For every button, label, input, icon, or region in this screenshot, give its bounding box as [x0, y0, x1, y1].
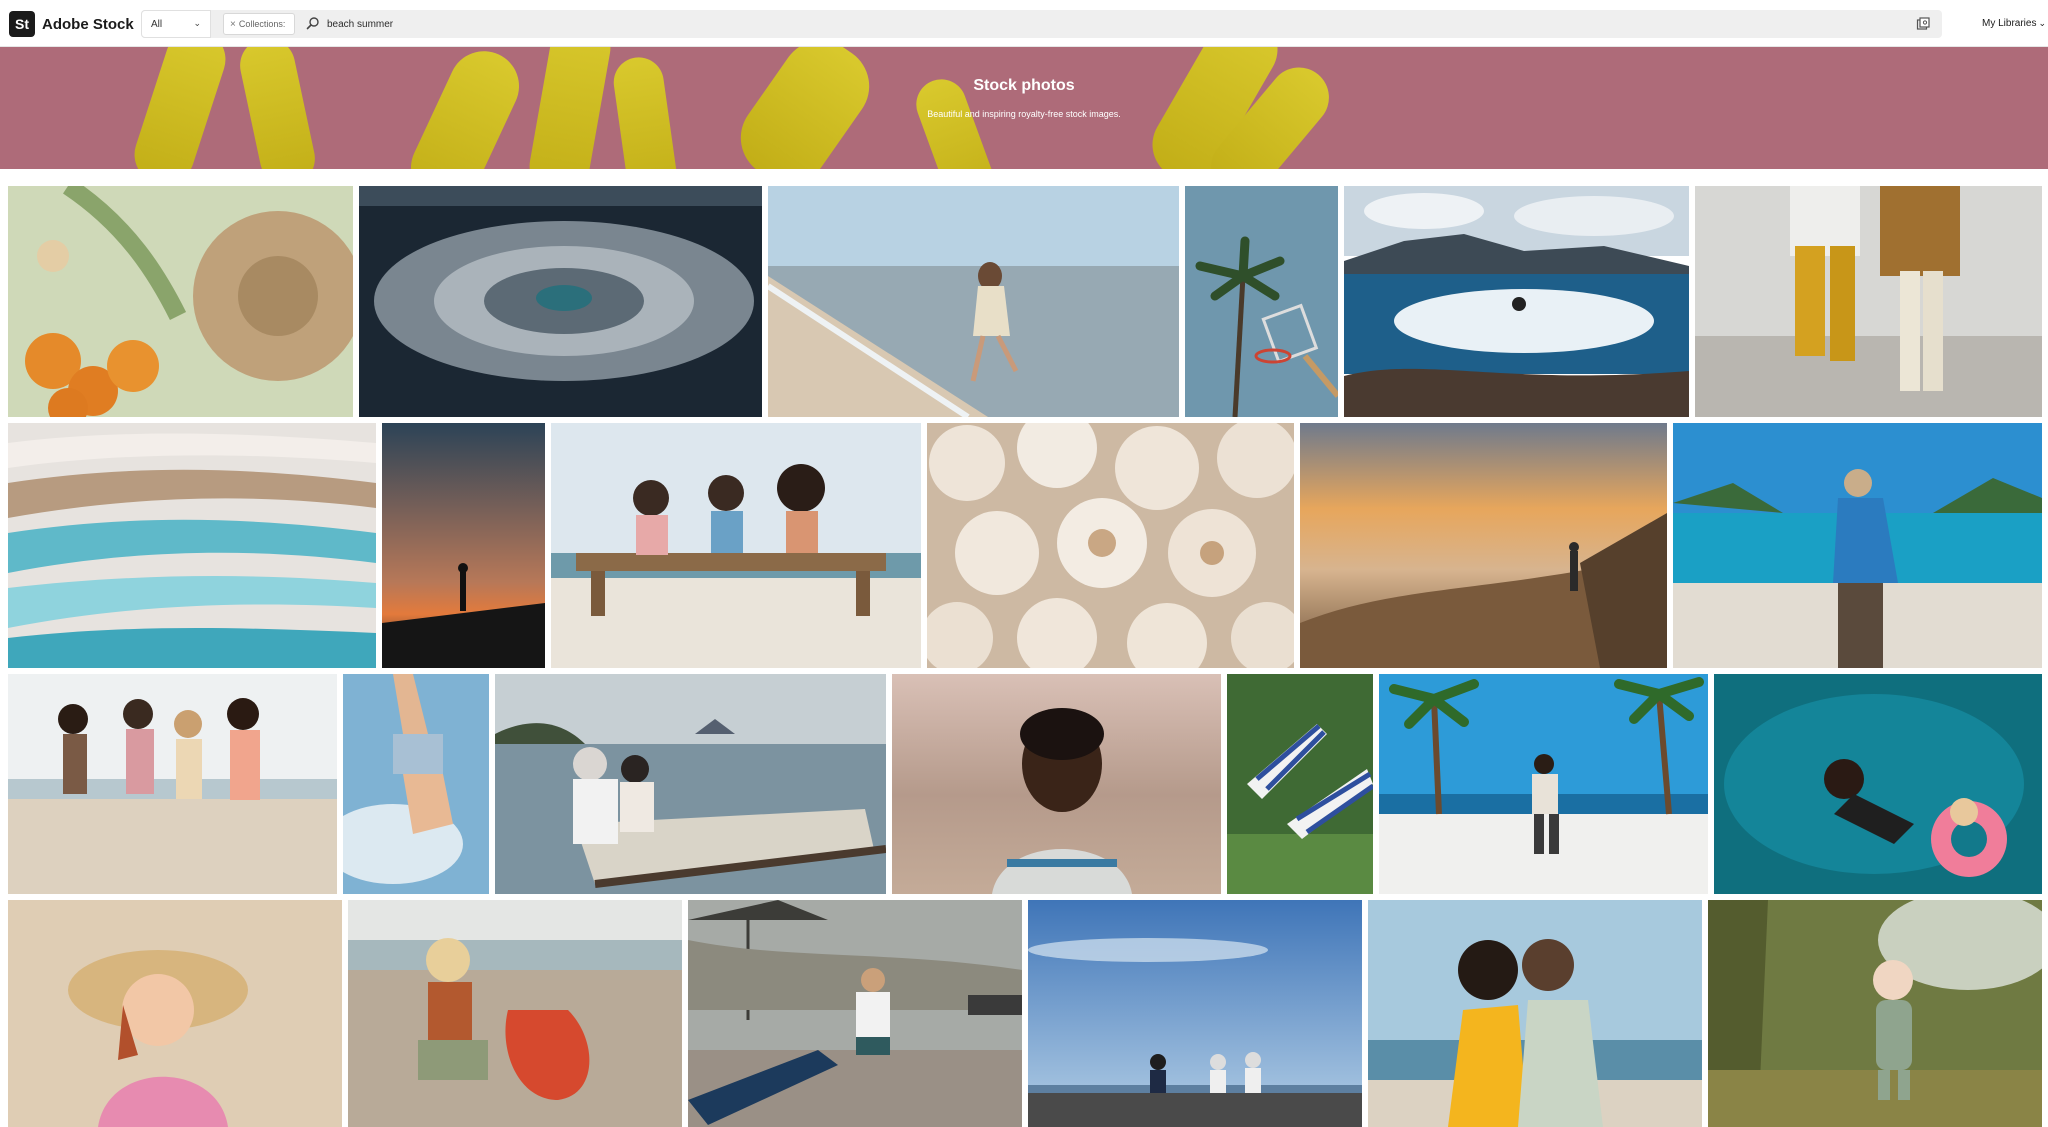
- photo-woman-blue-scarf-beach[interactable]: [1673, 423, 2042, 668]
- hero-decoration: [524, 47, 616, 169]
- photo-image: [1028, 900, 1362, 1127]
- hero-subtitle: Beautiful and inspiring royalty-free sto…: [927, 109, 1121, 119]
- photo-seashells[interactable]: [927, 423, 1294, 668]
- photo-image: [551, 423, 921, 668]
- photo-image: [359, 186, 762, 417]
- photo-image: [1695, 186, 2042, 417]
- photo-palm-basketball-hoop[interactable]: [1185, 186, 1338, 417]
- photo-image: [8, 674, 337, 894]
- chevron-down-icon: ⌄: [193, 18, 201, 28]
- search-bar: All ⌄ × Collections: beach summer: [141, 10, 1942, 38]
- top-bar: St Adobe Stock All ⌄ × Collections: beach…: [0, 0, 2048, 47]
- hero-decoration: [126, 47, 234, 169]
- search-input[interactable]: beach summer: [327, 19, 393, 30]
- collections-chip-label: Collections:: [238, 19, 286, 29]
- photo-image: [1708, 900, 2042, 1127]
- search-scope-dropdown[interactable]: All ⌄: [141, 10, 211, 38]
- photo-deck-chairs-grass[interactable]: [1227, 674, 1373, 894]
- photo-image: [1714, 674, 2042, 894]
- my-libraries-label: My Libraries: [1982, 18, 2037, 29]
- hero-decoration: [235, 47, 320, 169]
- my-libraries-menu[interactable]: My Libraries ⌄: [1982, 18, 2046, 29]
- photo-boy-portrait[interactable]: [892, 674, 1221, 894]
- search-icon: [306, 17, 319, 30]
- photo-hat-oranges[interactable]: [8, 186, 353, 417]
- photo-couple-holding-hands[interactable]: [1695, 186, 2042, 417]
- hero-decoration: [399, 47, 531, 169]
- photo-image: [8, 423, 376, 668]
- photo-image: [348, 900, 682, 1127]
- photo-mother-child-pool[interactable]: [1714, 674, 2042, 894]
- photo-image: [688, 900, 1022, 1127]
- photo-surfboards[interactable]: [8, 423, 376, 668]
- photo-baby-walking-field[interactable]: [1708, 900, 2042, 1127]
- photo-woman-running-shore[interactable]: [768, 186, 1179, 417]
- photo-image: [1185, 186, 1338, 417]
- photo-image: [343, 674, 489, 894]
- photo-kids-group-beach[interactable]: [8, 674, 337, 894]
- photo-toddler-pebble-beach[interactable]: [348, 900, 682, 1127]
- photo-family-on-seawall[interactable]: [1028, 900, 1362, 1127]
- photo-kids-on-bench[interactable]: [551, 423, 921, 668]
- photo-image: [768, 186, 1179, 417]
- adobe-stock-logo[interactable]: St Adobe Stock: [9, 11, 134, 37]
- hero-decoration: [725, 47, 885, 169]
- close-icon[interactable]: ×: [230, 19, 236, 30]
- photo-couple-embracing-beach[interactable]: [1368, 900, 1702, 1127]
- photo-surfer-wave[interactable]: [1344, 186, 1689, 417]
- photo-image: [1300, 423, 1667, 668]
- photo-image: [927, 423, 1294, 668]
- collections-filter-chip[interactable]: × Collections:: [223, 13, 295, 35]
- hero-title: Stock photos: [973, 77, 1075, 94]
- chevron-down-icon: ⌄: [2038, 18, 2047, 28]
- logo-mark: St: [9, 11, 35, 37]
- logo-text: Adobe Stock: [42, 15, 134, 33]
- photo-image: [382, 423, 545, 668]
- photo-image: [8, 186, 353, 417]
- photo-image: [1368, 900, 1702, 1127]
- photo-person-jumping-sky[interactable]: [343, 674, 489, 894]
- photo-image: [892, 674, 1221, 894]
- photo-silhouette-sunset[interactable]: [382, 423, 545, 668]
- photo-image: [495, 674, 886, 894]
- search-scope-value: All: [151, 19, 163, 30]
- visual-search-icon[interactable]: [1916, 17, 1930, 31]
- photo-image: [8, 900, 342, 1127]
- photo-surfer-dunes-sunset[interactable]: [1300, 423, 1667, 668]
- photo-image: [1673, 423, 2042, 668]
- photo-man-sitting-wall-palms[interactable]: [1379, 674, 1708, 894]
- photo-image: [1379, 674, 1708, 894]
- photo-hurricane[interactable]: [359, 186, 762, 417]
- photo-girl-straw-hat[interactable]: [8, 900, 342, 1127]
- photo-image: [1344, 186, 1689, 417]
- hero-banner: Stock photos Beautiful and inspiring roy…: [0, 47, 2048, 169]
- photo-man-paddleboard[interactable]: [688, 900, 1022, 1127]
- photo-elderly-couple-hammock[interactable]: [495, 674, 886, 894]
- photo-image: [1227, 674, 1373, 894]
